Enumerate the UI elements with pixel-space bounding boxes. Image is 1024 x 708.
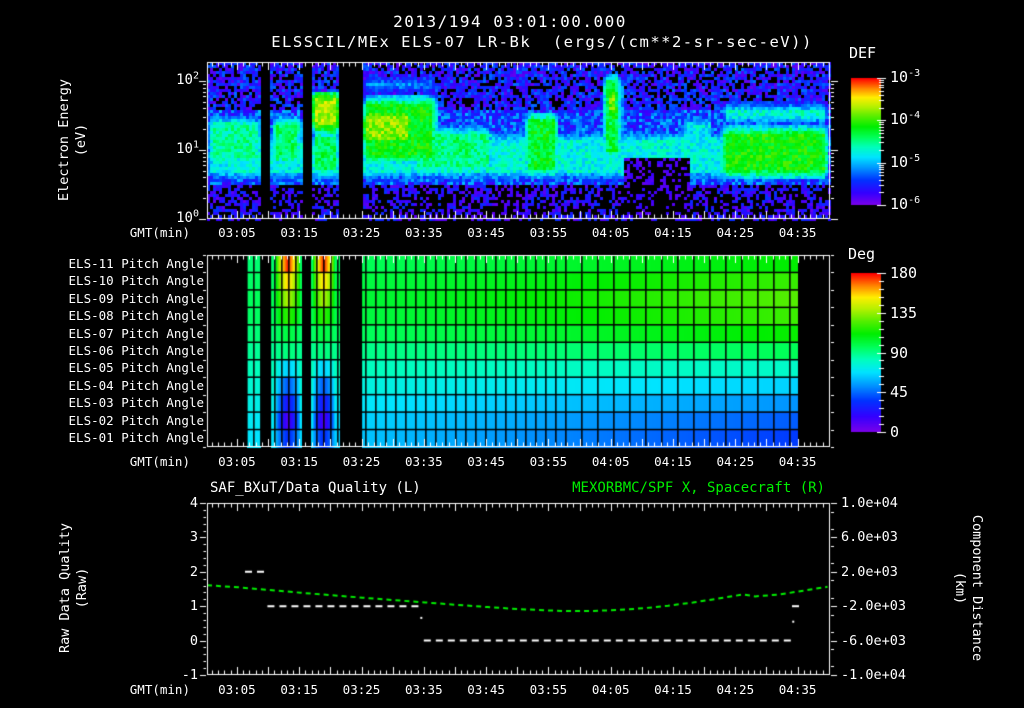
page-subtitle: ELSSCIL/MEx ELS-07 LR-Bk (ergs/(cm**2-sr… (271, 33, 813, 51)
time-tick-label: 04:25 (716, 682, 755, 697)
quality-y-axis-label-line2: (Raw) (74, 567, 90, 609)
distance-y-axis-label: Component Distance (km) (951, 515, 985, 661)
time-tick-label: 04:35 (778, 225, 817, 240)
energy-tick-label: 101 (176, 139, 199, 157)
time-tick-label: 04:05 (591, 454, 630, 469)
time-tick-label: 04:15 (654, 454, 692, 469)
gmt-label-quality: GMT(min) (129, 682, 190, 697)
deg-cbar-tick-label: 135 (890, 303, 918, 322)
pitch-row-label: ELS-08 Pitch Angle (68, 308, 204, 324)
distance-tick-label: 2.0e+03 (841, 563, 898, 580)
pitch-row-label: ELS-01 Pitch Angle (68, 430, 204, 446)
deg-cbar-tick-label: 90 (890, 343, 909, 362)
gmt-label-pitch: GMT(min) (129, 454, 190, 469)
distance-tick-label: -2.0e+03 (841, 598, 907, 615)
quality-left-title: SAF_BXuT/Data Quality (L) (210, 480, 421, 496)
def-colorbar-title: DEF (849, 44, 877, 62)
quality-tick-label: 4 (189, 495, 198, 511)
deg-cbar-tick-label: 0 (890, 423, 900, 441)
deg-colorbar-title: Deg (848, 245, 876, 263)
pitch-row-label: ELS-05 Pitch Angle (68, 360, 204, 376)
quality-right-title: MEXORBMC/SPF X, Spacecraft (R) (572, 480, 825, 496)
distance-tick-label: -6.0e+03 (841, 632, 907, 649)
time-tick-label: 04:05 (591, 682, 630, 697)
time-tick-label: 04:25 (716, 454, 755, 469)
time-tick-label: 03:55 (529, 682, 568, 697)
time-tick-label: 03:45 (467, 454, 505, 469)
spectrogram-y-axis-label-line2: (eV) (73, 123, 89, 157)
pitch-row-label: ELS-07 Pitch Angle (68, 325, 204, 341)
distance-y-axis-label-line2: (km) (952, 571, 968, 605)
quality-tick-label: 2 (189, 563, 198, 580)
time-tick-label: 03:35 (404, 454, 443, 469)
time-tick-label: 03:15 (280, 682, 319, 697)
spectrogram-y-axis-label: Electron Energy (eV) (56, 79, 90, 201)
gmt-label-spectrogram: GMT(min) (129, 225, 190, 240)
time-tick-label: 03:35 (404, 682, 443, 697)
pitch-row-label: ELS-11 Pitch Angle (68, 255, 204, 271)
quality-tick-label: 0 (189, 632, 198, 649)
quality-tick-label: 1 (189, 598, 198, 615)
def-cbar-tick-label: 10-5 (890, 152, 921, 171)
spectrogram-y-axis-label-line1: Electron Energy (56, 79, 72, 201)
time-tick-label: 03:45 (467, 682, 505, 697)
page-title: 2013/194 03:01:00.000 (393, 12, 627, 31)
deg-cbar-tick-label: 45 (890, 383, 909, 402)
time-tick-label: 03:55 (529, 225, 568, 240)
time-tick-label: 03:25 (342, 682, 381, 697)
time-tick-label: 04:15 (654, 225, 692, 240)
time-tick-label: 03:25 (342, 225, 381, 240)
deg-cbar-tick-label: 180 (890, 264, 918, 282)
energy-tick-label: 102 (176, 70, 199, 88)
distance-y-axis-label-line1: Component Distance (969, 514, 985, 662)
time-tick-label: 03:55 (529, 454, 568, 469)
time-tick-label: 04:35 (778, 454, 817, 469)
time-tick-label: 04:05 (591, 225, 630, 240)
pitch-row-label: ELS-09 Pitch Angle (68, 290, 204, 306)
time-tick-label: 03:05 (218, 454, 256, 469)
energy-tick-label: 100 (176, 208, 199, 226)
time-tick-label: 04:35 (778, 682, 817, 697)
pitch-row-label: ELS-06 Pitch Angle (68, 343, 204, 358)
pitch-row-label: ELS-02 Pitch Angle (68, 412, 204, 428)
pitch-row-label: ELS-03 Pitch Angle (68, 395, 204, 411)
time-tick-label: 03:15 (280, 454, 319, 469)
time-tick-label: 03:05 (218, 682, 256, 697)
quality-tick-label: -1 (181, 667, 198, 683)
distance-tick-label: -1.0e+04 (841, 667, 907, 683)
time-tick-label: 03:15 (280, 225, 319, 240)
distance-tick-label: 1.0e+04 (841, 495, 898, 511)
distance-tick-label: 6.0e+03 (841, 529, 898, 546)
time-tick-label: 03:25 (342, 454, 381, 469)
time-tick-label: 03:45 (467, 225, 505, 240)
time-tick-label: 04:15 (654, 682, 692, 697)
def-cbar-tick-label: 10-4 (890, 110, 921, 129)
labels-layer: 2013/194 03:01:00.000 ELSSCIL/MEx ELS-07… (0, 0, 1024, 708)
time-tick-label: 04:25 (716, 225, 755, 240)
def-cbar-tick-label: 10-6 (890, 195, 921, 213)
quality-y-axis-label: Raw Data Quality (Raw) (57, 523, 91, 653)
pitch-row-label: ELS-04 Pitch Angle (68, 377, 204, 393)
quality-y-axis-label-line1: Raw Data Quality (57, 522, 73, 654)
time-tick-label: 03:05 (218, 225, 256, 240)
time-tick-label: 03:35 (404, 225, 443, 240)
pitch-row-label: ELS-10 Pitch Angle (68, 273, 204, 289)
quality-tick-label: 3 (189, 529, 198, 546)
def-cbar-tick-label: 10-3 (890, 68, 921, 86)
